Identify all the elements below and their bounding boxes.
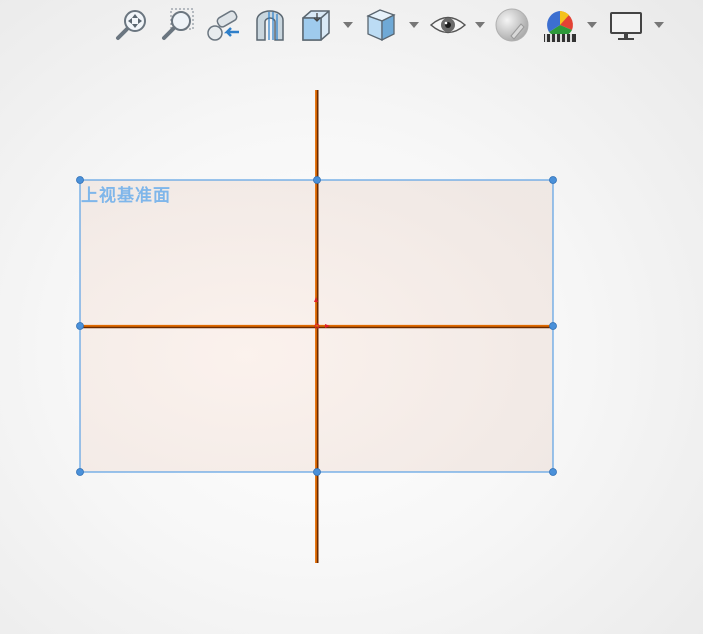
plane-handle[interactable] bbox=[76, 322, 84, 330]
plane-handle[interactable] bbox=[76, 468, 84, 476]
plane-handle[interactable] bbox=[549, 176, 557, 184]
plane-label: 上视基准面 bbox=[81, 186, 171, 206]
graphics-area[interactable] bbox=[0, 0, 703, 634]
plane-handle[interactable] bbox=[549, 322, 557, 330]
plane-handle[interactable] bbox=[549, 468, 557, 476]
plane-handle[interactable] bbox=[313, 468, 321, 476]
plane-handle[interactable] bbox=[313, 176, 321, 184]
